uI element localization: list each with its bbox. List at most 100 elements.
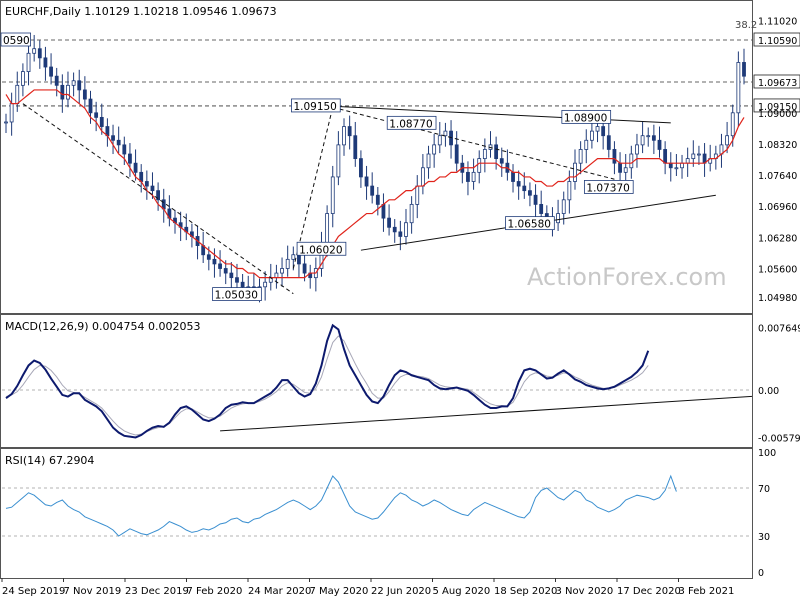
rsi-axis-tick: 100 (758, 448, 776, 459)
rsi-panel (0, 448, 753, 579)
price-label: 1.05030 (215, 290, 258, 302)
price-panel-title: EURCHF,Daily 1.10129 1.10218 1.09546 1.0… (5, 5, 277, 18)
candle-body (691, 153, 696, 160)
candle-body (725, 135, 729, 146)
candle-body (4, 121, 8, 124)
candle-body (111, 135, 115, 141)
x-axis-label: 7 May 2020 (310, 586, 369, 597)
candle-body (133, 162, 138, 173)
price-axis-tick: 1.05600 (758, 264, 797, 275)
candle-body (144, 181, 149, 187)
macd-layer (2, 323, 753, 439)
macd-panel-title: MACD(12,26,9) 0.004754 0.002053 (5, 320, 201, 333)
rsi-axis-tick: 0 (758, 568, 764, 579)
candle-body (499, 158, 504, 164)
rsi-line (5, 474, 677, 537)
candle-body (736, 62, 741, 114)
candle-body (240, 281, 245, 288)
candle-body (99, 116, 104, 127)
candle-body (651, 135, 656, 141)
candle-body (82, 89, 87, 100)
x-axis-label: 18 Sep 2020 (494, 586, 557, 597)
candle-body (646, 135, 651, 138)
x-axis-label: 7 Nov 2019 (64, 586, 122, 597)
x-axis-label: 7 Feb 2020 (187, 586, 243, 597)
price-axis-tick: 1.08320 (758, 140, 797, 151)
price-label: 1.09150 (293, 101, 336, 113)
candle-body (539, 203, 544, 214)
candle-body (21, 71, 25, 86)
candle-body (685, 158, 690, 164)
price-label: 1.07370 (586, 182, 629, 194)
candle-body (426, 153, 431, 169)
axis-layer: 1.11020 1.10590 1.09673 1.09150 1.09000 1.083… (1, 16, 800, 597)
x-axis-label: 23 Dec 2019 (125, 586, 189, 597)
candle-body (325, 213, 330, 247)
candle-body (150, 185, 155, 192)
candle-body (409, 203, 414, 224)
candle-body (668, 162, 673, 169)
candle-body (415, 185, 420, 205)
candle-body (482, 149, 487, 160)
candle-body (466, 171, 470, 182)
candle-body (471, 171, 476, 182)
candle-body (263, 281, 268, 288)
candle-body (54, 75, 59, 86)
candle-body (37, 48, 42, 59)
candle-body (454, 144, 459, 164)
candle-body (432, 144, 437, 155)
x-axis-label: 3 Feb 2021 (679, 586, 735, 597)
rsi-axis-tick: 30 (758, 532, 770, 543)
price-label: 1.08770 (389, 118, 432, 130)
x-axis-label: 24 Sep 2019 (2, 586, 65, 597)
price-axis-tick: 1.09673 (758, 78, 797, 89)
candle-body (533, 194, 538, 205)
trendline-0 (327, 105, 671, 124)
candle-body (235, 277, 239, 283)
macd-signal-line (5, 335, 649, 436)
x-axis-label: 5 Aug 2020 (433, 586, 491, 597)
x-axis-label: 22 Jun 2020 (371, 586, 431, 597)
candle-body (730, 112, 735, 137)
chart-canvas: EURCHF,Daily 1.10129 1.10218 1.09546 1.0… (0, 0, 800, 597)
price-layer: 0590 1.09150 1.08770 1.08900 1.07370 1.06580 1… (0, 32, 752, 303)
candle-body (330, 176, 335, 214)
candle-body (116, 139, 121, 146)
candle-body (398, 231, 403, 237)
candle-body (359, 158, 363, 178)
price-label: 1.06580 (508, 219, 551, 231)
candle-body (516, 181, 521, 187)
x-axis-label: 24 Mar 2020 (248, 586, 311, 597)
candle-body (578, 149, 583, 164)
candle-body (49, 66, 53, 77)
candle-body (381, 203, 386, 219)
candle-body (364, 176, 369, 187)
candle-body (128, 153, 132, 164)
candle-body (9, 103, 14, 123)
candle-body (274, 272, 279, 279)
rsi-layer (2, 474, 752, 537)
candle-body (347, 126, 352, 137)
candle-body (353, 135, 358, 160)
candle-body (511, 171, 515, 182)
candle-body (94, 112, 99, 118)
candle-body (291, 254, 296, 260)
candle-body (387, 217, 391, 228)
candle-body (640, 135, 645, 146)
x-axis-label: 17 Dec 2020 (617, 586, 681, 597)
watermark: ActionForex.com (527, 263, 727, 291)
candle-body (635, 144, 639, 155)
candle-body (392, 226, 397, 233)
candle-body (606, 135, 611, 150)
candle-body (122, 144, 127, 155)
price-label: 1.06020 (299, 244, 342, 256)
candle-body (420, 167, 425, 187)
macd-axis-tick: -0.005797 (758, 433, 800, 444)
candle-body (280, 268, 284, 274)
candle-body (26, 52, 31, 73)
candle-body (302, 263, 307, 274)
candle-body (477, 158, 482, 173)
candle-body (437, 135, 442, 146)
candle-body (573, 162, 577, 182)
price-axis-tick: 1.06280 (758, 233, 797, 244)
